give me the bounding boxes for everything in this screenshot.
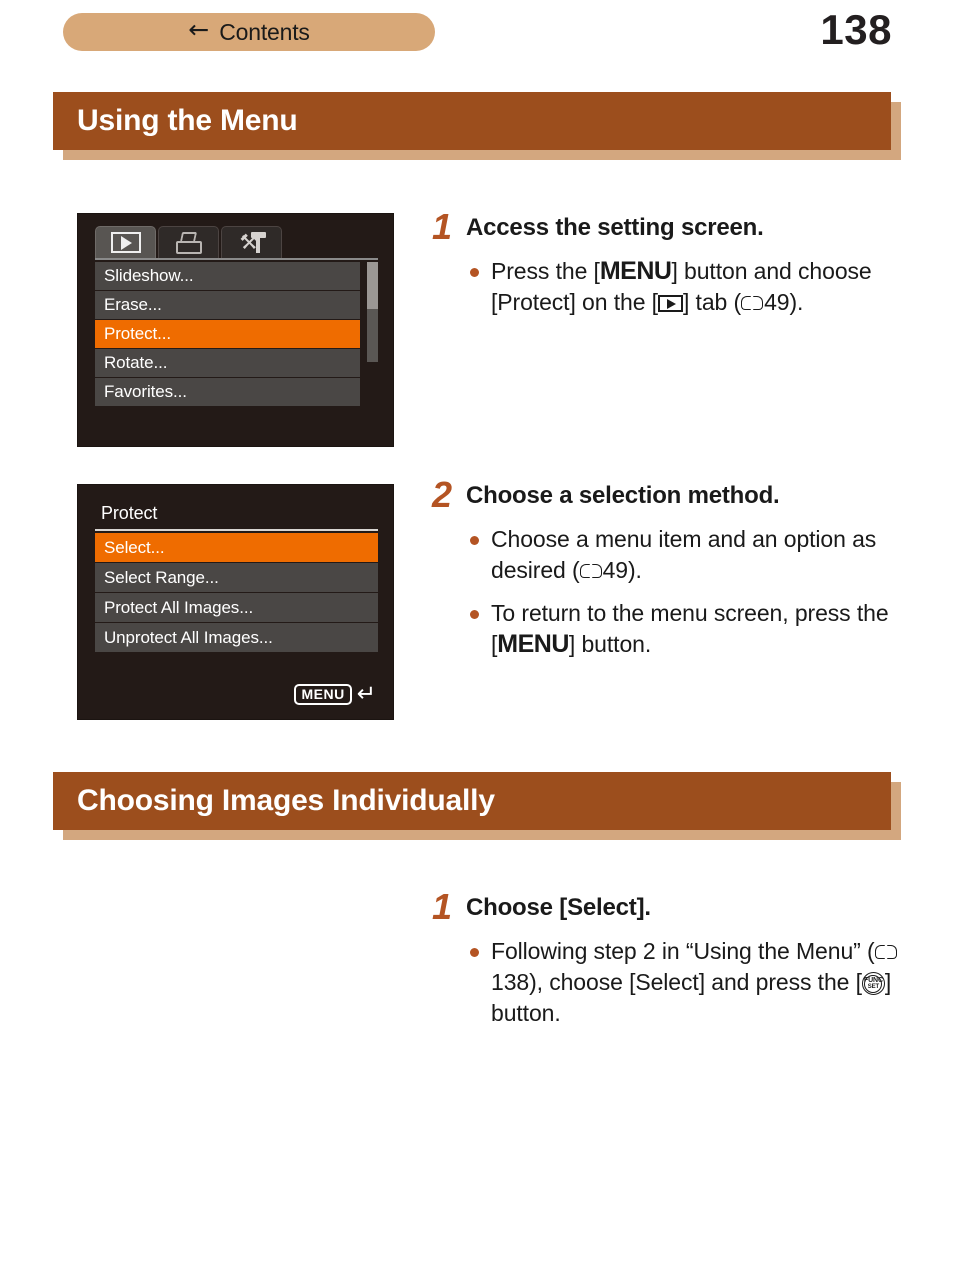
protect-option-label: Select Range...	[104, 567, 219, 587]
play-icon	[110, 232, 141, 253]
contents-button-label: Contents	[219, 18, 310, 45]
step-1-choose-select: 1 Choose [Select]. Following step 2 in “…	[432, 886, 902, 1029]
bullet-text-part: ).	[627, 557, 642, 583]
step-title: Choose [Select].	[466, 894, 651, 921]
step-bullet: To return to the menu screen, press the …	[432, 598, 902, 660]
tab-underline	[95, 258, 378, 260]
step-heading: 2 Choose a selection method.	[432, 474, 902, 515]
menu-badge: MENU	[294, 684, 352, 705]
play-icon	[657, 295, 683, 312]
step-bullet: Choose a menu item and an option as desi…	[432, 524, 902, 586]
protect-option-select[interactable]: Select...	[95, 533, 378, 563]
bullet-text-part: Press the [	[491, 258, 600, 284]
func-set-line2: SET	[867, 983, 880, 990]
step-2-choose-selection-method: 2 Choose a selection method. Choose a me…	[432, 474, 902, 660]
section-title: Choosing Images Individually	[77, 784, 495, 817]
figure-protect-screen: Protect Select... Select Range... Protec…	[77, 484, 394, 720]
menu-item-favorites[interactable]: Favorites...	[95, 378, 360, 407]
return-arrow-icon: ↵	[356, 681, 376, 707]
bullet-text: Choose a menu item and an option as desi…	[491, 524, 902, 586]
bullet-dot-icon	[470, 268, 479, 277]
menu-button-glyph: MENU	[497, 630, 569, 658]
section-header-choosing-images-individually: Choosing Images Individually	[53, 772, 901, 840]
menu-scrollbar-thumb[interactable]	[367, 262, 378, 309]
tab-print[interactable]	[158, 226, 219, 258]
page-reference[interactable]: 49	[603, 557, 628, 583]
menu-item-list: Slideshow... Erase... Protect... Rotate.…	[95, 262, 360, 407]
book-icon	[874, 944, 897, 961]
func-set-line1: FUNC	[863, 976, 883, 984]
protect-option-unprotect-all-images[interactable]: Unprotect All Images...	[95, 623, 378, 653]
menu-item-erase[interactable]: Erase...	[95, 291, 360, 320]
bullet-text-part: ).	[789, 289, 804, 315]
menu-item-label: Rotate...	[104, 353, 168, 372]
bullet-text-part: ), choose [Select] and press the [	[529, 969, 862, 995]
step-bullet: Press the [MENU] button and choose [Prot…	[432, 256, 902, 318]
protect-option-label: Unprotect All Images...	[104, 627, 273, 647]
figure-camera-menu-screen: ⚒ Slideshow... Erase... Protect... Rotat…	[77, 213, 394, 447]
contents-button[interactable]: ← Contents	[63, 13, 435, 51]
bullet-text-part: ] button.	[568, 631, 652, 657]
printer-icon	[175, 231, 202, 254]
bullet-text: To return to the menu screen, press the …	[491, 598, 902, 660]
title-divider	[95, 529, 378, 531]
menu-item-slideshow[interactable]: Slideshow...	[95, 262, 360, 291]
page-reference[interactable]: 49	[764, 289, 789, 315]
menu-tab-row: ⚒	[95, 226, 282, 258]
back-arrow-icon: ←	[188, 15, 210, 44]
bullet-dot-icon	[470, 948, 479, 957]
menu-item-label: Slideshow...	[104, 266, 194, 285]
step-number: 2	[432, 474, 453, 515]
bullet-text: Following step 2 in “Using the Menu” ( 13…	[491, 936, 902, 1029]
section-header-using-the-menu: Using the Menu	[53, 92, 901, 160]
func-set-icon: FUNC SET	[861, 972, 885, 995]
bullet-text: Press the [MENU] button and choose [Prot…	[491, 256, 902, 318]
bullet-text-part: Following step 2 in “Using the Menu” (	[491, 938, 875, 964]
tab-playback[interactable]	[95, 226, 156, 258]
step-number: 1	[432, 206, 453, 247]
menu-item-label: Erase...	[104, 295, 162, 314]
menu-scrollbar[interactable]	[367, 262, 378, 362]
bullet-dot-icon	[470, 610, 479, 619]
protect-option-label: Select...	[104, 537, 165, 557]
menu-return-indicator: MENU ↵	[294, 681, 376, 707]
section-header-bar: Using the Menu	[53, 92, 891, 150]
step-bullet: Following step 2 in “Using the Menu” ( 13…	[432, 936, 902, 1029]
page-reference[interactable]: 138	[491, 969, 529, 995]
step-title: Access the setting screen.	[466, 214, 764, 241]
menu-item-protect[interactable]: Protect...	[95, 320, 360, 349]
protect-option-select-range[interactable]: Select Range...	[95, 563, 378, 593]
bullet-dot-icon	[470, 536, 479, 545]
protect-option-list: Select... Select Range... Protect All Im…	[95, 533, 378, 653]
book-icon	[579, 563, 602, 580]
menu-button-glyph: MENU	[599, 257, 672, 285]
menu-item-rotate[interactable]: Rotate...	[95, 349, 360, 378]
bullet-text-part: ] tab (	[682, 289, 742, 315]
book-icon	[741, 295, 764, 312]
step-1-access-setting-screen: 1 Access the setting screen. Press the […	[432, 206, 902, 318]
protect-screen-title: Protect	[101, 503, 158, 523]
page-number: 138	[820, 6, 892, 53]
tab-settings[interactable]: ⚒	[221, 226, 282, 258]
bullet-text-part: Choose a menu item and an option as desi…	[491, 526, 877, 583]
section-title: Using the Menu	[77, 104, 298, 137]
step-title: Choose a selection method.	[466, 482, 780, 509]
step-heading: 1 Choose [Select].	[432, 886, 902, 927]
step-number: 1	[432, 886, 453, 927]
protect-option-protect-all-images[interactable]: Protect All Images...	[95, 593, 378, 623]
protect-option-label: Protect All Images...	[104, 597, 254, 617]
section-header-bar: Choosing Images Individually	[53, 772, 891, 830]
menu-item-label: Favorites...	[104, 382, 187, 401]
step-heading: 1 Access the setting screen.	[432, 206, 902, 247]
tools-icon: ⚒	[238, 231, 266, 254]
menu-item-label: Protect...	[104, 324, 172, 343]
